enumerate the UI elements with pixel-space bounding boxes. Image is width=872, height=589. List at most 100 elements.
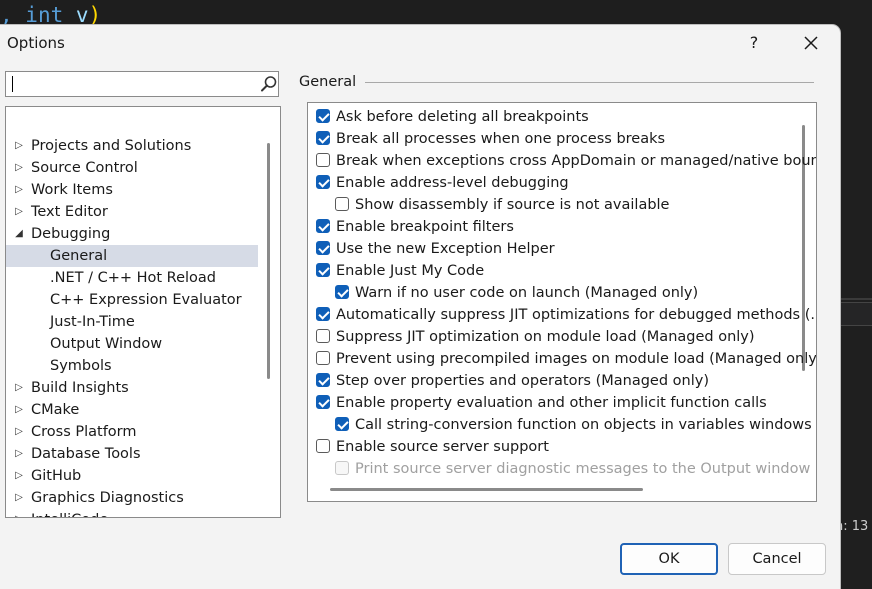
search-input[interactable] [10, 74, 254, 96]
collapsed-arrow-icon[interactable]: ▷ [12, 443, 26, 465]
group-divider [365, 82, 814, 83]
tree-item[interactable]: General [6, 245, 258, 267]
tree-item[interactable]: ▷ Cross Platform [6, 421, 258, 443]
code-keyword: int [25, 3, 64, 27]
option-label: Enable source server support [336, 439, 549, 455]
checkbox-checked[interactable] [316, 395, 330, 409]
checkbox-unchecked [335, 461, 349, 475]
collapsed-arrow-icon[interactable]: ▷ [12, 421, 26, 443]
collapsed-arrow-icon[interactable]: ▷ [12, 157, 26, 179]
checkbox-checked[interactable] [316, 263, 330, 277]
checkbox-checked[interactable] [335, 285, 349, 299]
tree-item[interactable]: ▷ CMake [6, 399, 258, 421]
tree-item[interactable]: ▷ Graphics Diagnostics [6, 487, 258, 509]
checkbox-checked[interactable] [316, 373, 330, 387]
checkbox-checked[interactable] [316, 241, 330, 255]
collapsed-arrow-icon[interactable]: ▷ [12, 377, 26, 399]
checkbox-unchecked[interactable] [316, 329, 330, 343]
tree-item[interactable]: ▷ GitHub [6, 465, 258, 487]
checkbox-checked[interactable] [316, 307, 330, 321]
ok-button[interactable]: OK [620, 543, 718, 575]
scroll-corner [797, 483, 816, 501]
option-label: Show disassembly if source is not availa… [355, 197, 670, 213]
option-label: Ask before deleting all breakpoints [336, 109, 589, 125]
option-label: Print source server diagnostic messages … [355, 461, 811, 477]
tree-item[interactable]: Output Window [6, 333, 258, 355]
checkbox-unchecked[interactable] [316, 153, 330, 167]
tree-item-label: Source Control [31, 160, 138, 176]
tree-item-label: CMake [31, 402, 80, 418]
collapsed-arrow-icon[interactable]: ▷ [12, 465, 26, 487]
dialog-title: Options [7, 34, 65, 52]
tree-item-label: Symbols [50, 358, 112, 374]
tree-item-label: .NET / C++ Hot Reload [50, 270, 217, 286]
tree-item[interactable]: Symbols [6, 355, 258, 377]
tree-item[interactable]: ▷ Work Items [6, 179, 258, 201]
tree-item[interactable]: Just-In-Time [6, 311, 258, 333]
option-label: Enable address-level debugging [336, 175, 569, 191]
tree-item-label: General [50, 248, 108, 264]
search-icon[interactable] [260, 75, 278, 93]
option-label: Enable Just My Code [336, 263, 485, 279]
tree-item-label: Projects and Solutions [31, 138, 192, 154]
tree-item-label: Graphics Diagnostics [31, 490, 184, 506]
tree-item[interactable]: ◢ Debugging [6, 223, 258, 245]
option-label: Prevent using precompiled images on modu… [336, 351, 817, 367]
tree-item[interactable]: C++ Expression Evaluator [6, 289, 258, 311]
background-editor-strip [840, 0, 872, 589]
close-button[interactable] [798, 29, 824, 57]
options-dialog: Options ? ▷ Projects and Solutions ▷ Source… [0, 25, 840, 589]
tree-item-label: Cross Platform [31, 424, 137, 440]
collapsed-arrow-icon[interactable]: ▷ [12, 509, 26, 517]
background-panel [840, 302, 872, 326]
tree-item-label: Text Editor [31, 204, 108, 220]
background-divider [840, 298, 872, 300]
checkbox-unchecked[interactable] [335, 197, 349, 211]
collapsed-arrow-icon[interactable]: ▷ [12, 487, 26, 509]
option-label: Call string-conversion function on objec… [355, 417, 812, 433]
code-comma: , [0, 3, 26, 27]
checkbox-checked[interactable] [316, 219, 330, 233]
option-label: Break when exceptions cross AppDomain or… [336, 153, 817, 169]
checkbox-unchecked[interactable] [316, 439, 330, 453]
code-param: v [75, 3, 89, 27]
option-label: Break all processes when one process bre… [336, 131, 666, 147]
search-box[interactable] [5, 71, 279, 97]
options-tree[interactable]: ▷ Projects and Solutions ▷ Source Control ▷ W… [5, 106, 281, 518]
checkbox-checked[interactable] [316, 175, 330, 189]
option-label: Warn if no user code on launch (Managed … [355, 285, 699, 301]
tree-item[interactable]: ▷ Projects and Solutions [6, 135, 258, 157]
option-label: Enable property evaluation and other imp… [336, 395, 767, 411]
tree-scrollbar-thumb[interactable] [267, 143, 270, 379]
collapsed-arrow-icon[interactable]: ▷ [12, 179, 26, 201]
help-button[interactable]: ? [742, 29, 766, 57]
tree-item-label: Output Window [50, 336, 163, 352]
options-horizontal-scrollbar-thumb[interactable] [330, 488, 643, 491]
tree-item-label: C++ Expression Evaluator [50, 292, 242, 308]
collapsed-arrow-icon[interactable]: ▷ [12, 399, 26, 421]
checkbox-unchecked[interactable] [316, 351, 330, 365]
tree-item[interactable]: .NET / C++ Hot Reload [6, 267, 258, 289]
tree-item-label: Database Tools [31, 446, 141, 462]
option-label: Enable breakpoint filters [336, 219, 514, 235]
tree-item[interactable]: ▷ IntelliCode [6, 509, 258, 517]
expanded-arrow-icon[interactable]: ◢ [12, 223, 26, 245]
collapsed-arrow-icon[interactable]: ▷ [12, 135, 26, 157]
close-icon [804, 36, 818, 50]
tree-item[interactable]: ▷ Build Insights [6, 377, 258, 399]
cancel-button[interactable]: Cancel [728, 543, 826, 575]
code-paren: ) [88, 3, 102, 27]
checkbox-checked[interactable] [316, 109, 330, 123]
tree-item[interactable]: ▷ Text Editor [6, 201, 258, 223]
option-label: Use the new Exception Helper [336, 241, 555, 257]
checkbox-checked[interactable] [335, 417, 349, 431]
group-title: General [299, 74, 357, 90]
option-label: Suppress JIT optimization on module load… [336, 329, 755, 345]
tree-item[interactable]: ▷ Source Control [6, 157, 258, 179]
checkbox-checked[interactable] [316, 131, 330, 145]
option-label: Automatically suppress JIT optimizations… [336, 307, 817, 323]
collapsed-arrow-icon[interactable]: ▷ [12, 201, 26, 223]
tree-item[interactable]: ▷ Database Tools [6, 443, 258, 465]
options-list: Ask before deleting all breakpoints Break… [307, 102, 817, 502]
tree-item-label: Debugging [31, 226, 111, 242]
